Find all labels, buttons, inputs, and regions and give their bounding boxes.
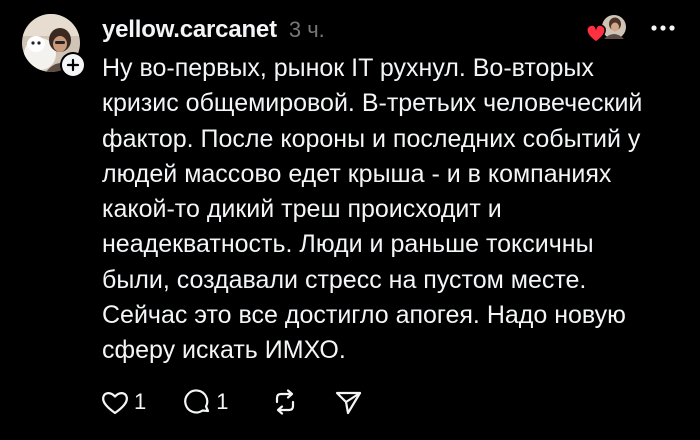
- like-count: 1: [134, 389, 147, 414]
- plus-icon: [62, 54, 84, 76]
- send-icon: [335, 391, 361, 415]
- post-text: Ну во-первых, рынок IT рухнул. Во-вторых…: [102, 54, 643, 365]
- author-username[interactable]: yellow.carcanet: [102, 16, 277, 44]
- repost-icon: [275, 389, 294, 415]
- post-actions: 1 1: [100, 382, 363, 422]
- more-icon: [651, 25, 675, 31]
- more-options-button[interactable]: [648, 14, 678, 42]
- post-timestamp: 3 ч.: [288, 17, 325, 42]
- repost-button[interactable]: [269, 382, 301, 422]
- heart-icon: [586, 24, 606, 43]
- heart-icon: [102, 392, 128, 415]
- reply-button[interactable]: 1: [182, 382, 229, 422]
- post-header: yellow.carcanet 3 ч.: [102, 10, 325, 50]
- share-button[interactable]: [333, 382, 363, 422]
- follow-button[interactable]: [60, 52, 86, 78]
- reply-count: 1: [216, 389, 229, 414]
- liked-by-indicator[interactable]: [584, 12, 628, 46]
- author-avatar-container: [22, 14, 86, 78]
- comment-icon: [184, 389, 210, 414]
- like-button[interactable]: 1: [100, 382, 146, 422]
